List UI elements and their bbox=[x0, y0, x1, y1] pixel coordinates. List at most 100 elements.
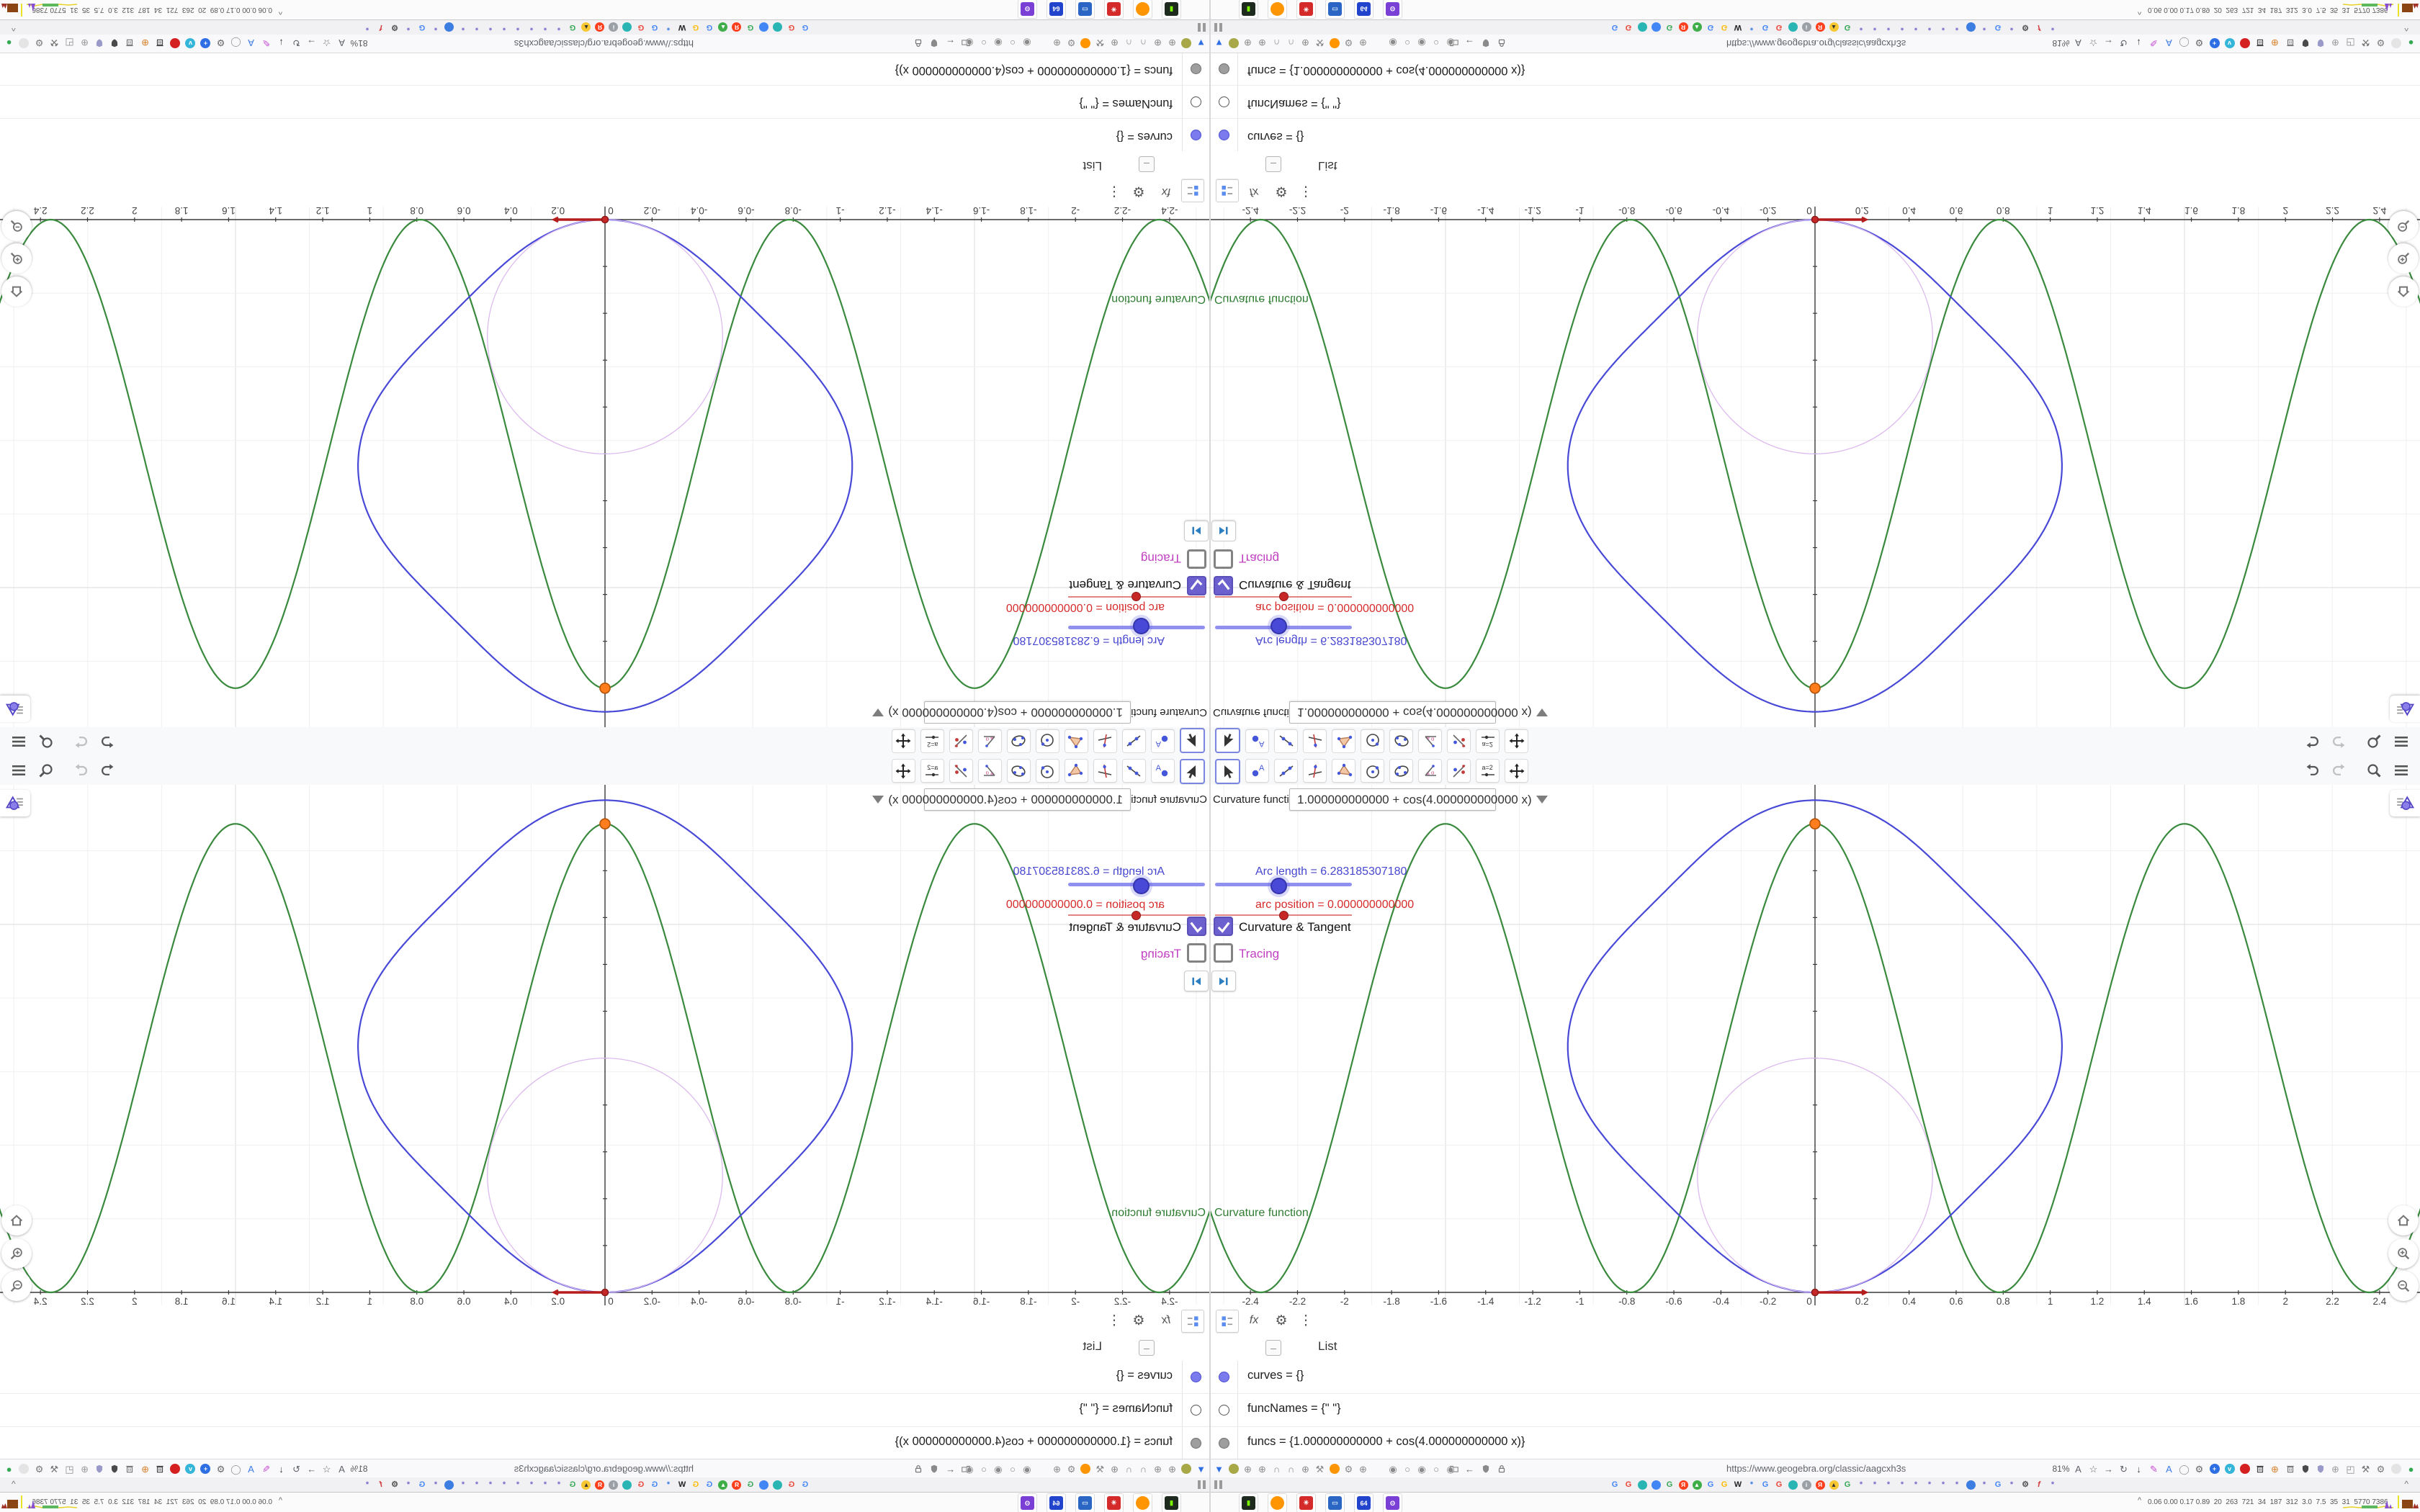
collapse-toggle[interactable]: – bbox=[1265, 1340, 1281, 1356]
globe-bookmark-icon[interactable]: ⊕ bbox=[1256, 1463, 1268, 1475]
tool-angle[interactable]: α bbox=[1418, 729, 1442, 753]
tool-slider[interactable]: a=2 bbox=[920, 759, 944, 783]
home-button[interactable] bbox=[1, 276, 32, 307]
shield-down-ext-icon[interactable]: v bbox=[2223, 37, 2236, 50]
pen-extension-icon[interactable]: ✎ bbox=[260, 1463, 272, 1475]
translate-ext-icon[interactable]: A bbox=[2163, 1463, 2175, 1475]
pen-extension-icon[interactable]: ✎ bbox=[260, 37, 272, 50]
globe-bookmark-icon[interactable]: ⊕ bbox=[1299, 1463, 1312, 1475]
tracing-checkbox[interactable] bbox=[1187, 943, 1206, 963]
globe-bookmark-icon[interactable]: ⊕ bbox=[1152, 1463, 1164, 1475]
oval-ext-icon[interactable]: ◯ bbox=[230, 37, 242, 50]
tool-line[interactable] bbox=[1274, 759, 1298, 783]
curvature-value-point[interactable] bbox=[599, 682, 611, 694]
tool-move-graphics-view[interactable] bbox=[1505, 759, 1528, 783]
profile-ext-icon[interactable] bbox=[2390, 1463, 2402, 1475]
tab-favicon[interactable]: * bbox=[1952, 1480, 1962, 1490]
owl-app-icon[interactable]: ʘ bbox=[1018, 1493, 1037, 1512]
taskbar-chevron[interactable]: ^ bbox=[2138, 7, 2141, 16]
algebra-row[interactable]: curves = {} bbox=[1210, 1361, 2420, 1394]
kite-bookmark-icon[interactable]: ▼ bbox=[1195, 1463, 1207, 1475]
algebra-descriptions-button[interactable] bbox=[1181, 179, 1204, 202]
firefox-app-icon[interactable] bbox=[1133, 0, 1152, 19]
back-arrow-icon[interactable]: ← bbox=[1464, 1463, 1476, 1475]
floppy-app-icon[interactable]: 64 bbox=[1354, 0, 1373, 19]
arc-position-slider-handle[interactable] bbox=[1131, 911, 1141, 920]
arc-length-slider[interactable] bbox=[1215, 618, 1352, 634]
floppy-app-icon[interactable]: 64 bbox=[1354, 1493, 1373, 1512]
bin-ext-icon[interactable] bbox=[124, 1463, 136, 1475]
algebra-descriptions-button[interactable] bbox=[1216, 179, 1239, 202]
settings-app-icon[interactable]: ✳ bbox=[1296, 0, 1316, 19]
tab-favicon[interactable]: ▲ bbox=[581, 1480, 591, 1490]
home-button[interactable] bbox=[1, 1205, 32, 1236]
tab-favicon[interactable]: ▲ bbox=[718, 22, 728, 32]
home-button[interactable] bbox=[2388, 276, 2419, 307]
tab-overflow-chevron[interactable]: ^ bbox=[2404, 23, 2408, 33]
firefox-icon[interactable] bbox=[1328, 1463, 1340, 1475]
uo-shield-ext-icon[interactable] bbox=[109, 37, 121, 50]
algebra-row[interactable]: funcs = {1.000000000000 + cos(4.00000000… bbox=[1210, 52, 2420, 85]
undo-icon[interactable] bbox=[2303, 733, 2321, 750]
more-options-button[interactable]: ⋮ bbox=[1295, 181, 1317, 202]
curvature-value-point[interactable] bbox=[1809, 818, 1821, 830]
search-icon[interactable] bbox=[2365, 733, 2383, 750]
tab-favicon[interactable]: W bbox=[1733, 1480, 1743, 1490]
owl-app-icon[interactable]: ʘ bbox=[1018, 0, 1037, 19]
tracing-checkbox[interactable] bbox=[1214, 943, 1233, 963]
graphics-view[interactable]: -2.4 -2.2 -2 -1.8 -1.6 -1.4 -1.2 -1 -0.8 -0.6 -0.4… bbox=[0, 785, 1210, 1305]
owl-app-icon[interactable]: ʘ bbox=[1383, 1493, 1402, 1512]
settings-button[interactable]: ⚙ bbox=[1128, 1310, 1150, 1331]
globe-ext-icon[interactable]: ⊕ bbox=[139, 1463, 151, 1475]
visibility-toggle[interactable] bbox=[1219, 130, 1229, 140]
tab-dot-icon[interactable]: ◉ bbox=[993, 37, 1003, 50]
pen-extension-icon[interactable]: ✎ bbox=[2148, 37, 2160, 50]
graphics-settings-card[interactable] bbox=[2390, 696, 2420, 722]
tab-overflow-chevron[interactable]: ^ bbox=[12, 23, 16, 33]
tab-favicon[interactable]: G bbox=[1610, 22, 1620, 32]
algebra-row[interactable]: curves = {} bbox=[0, 118, 1210, 151]
globe-bookmark-icon[interactable]: ⊕ bbox=[1108, 37, 1121, 50]
tab-favicon[interactable] bbox=[759, 22, 769, 32]
tab-favicon[interactable]: * bbox=[431, 22, 441, 32]
status-dot-icon[interactable]: ● bbox=[2405, 37, 2417, 50]
translate-icon[interactable]: A bbox=[336, 37, 348, 50]
firefox-icon[interactable] bbox=[1080, 1463, 1092, 1475]
puzzle-ext-icon[interactable]: ◰ bbox=[63, 1463, 76, 1475]
tab-favicon[interactable]: ⚙ bbox=[2020, 22, 2030, 32]
zoom-in-button[interactable] bbox=[2388, 1238, 2419, 1269]
globe-bookmark-icon[interactable]: ⊕ bbox=[1108, 1463, 1121, 1475]
tab-favicon[interactable]: G bbox=[650, 22, 660, 32]
monitor-app-icon[interactable]: ▭ bbox=[1075, 0, 1095, 19]
graphics-view[interactable]: -2.4 -2.2 -2 -1.8 -1.6 -1.4 -1.2 -1 -0.8 -0.6 -0.4… bbox=[0, 207, 1210, 727]
gear-bookmark-icon[interactable]: ⚙ bbox=[1343, 1463, 1355, 1475]
zoom-out-button[interactable] bbox=[1, 211, 32, 241]
tab-favicon[interactable]: W bbox=[1733, 22, 1743, 32]
tab-favicon[interactable]: * bbox=[499, 1480, 509, 1490]
shield-down-ext-icon[interactable]: v bbox=[2223, 1463, 2236, 1475]
puzzle-ext-icon[interactable]: ◰ bbox=[63, 37, 76, 50]
wrench-bookmark-icon[interactable]: ⚒ bbox=[1094, 37, 1106, 50]
lock-icon[interactable] bbox=[913, 1463, 925, 1475]
settings-app-icon[interactable]: ✳ bbox=[1104, 1493, 1124, 1512]
tab-dot-icon[interactable]: ○ bbox=[1008, 37, 1018, 50]
tab-dot-icon[interactable]: ○ bbox=[1008, 1463, 1018, 1475]
tab-favicon[interactable]: f bbox=[2034, 1480, 2044, 1490]
tab-favicon[interactable]: * bbox=[663, 1480, 673, 1490]
zoom-in-button[interactable] bbox=[2388, 243, 2419, 274]
tab-favicon[interactable]: G bbox=[568, 22, 578, 32]
trash-ext-icon[interactable] bbox=[154, 37, 166, 50]
tab-favicon[interactable]: i bbox=[609, 1480, 619, 1490]
tab-favicon[interactable]: G bbox=[1719, 22, 1729, 32]
tool-polygon[interactable] bbox=[1065, 759, 1088, 783]
fx-button[interactable]: fx bbox=[1155, 1310, 1177, 1331]
translate-ext-icon[interactable]: A bbox=[245, 1463, 257, 1475]
plus-ext-icon[interactable]: + bbox=[200, 37, 212, 50]
zoom-in-button[interactable] bbox=[1, 243, 32, 274]
url-text[interactable]: https://www.geogebra.org/classic/aagcxh3… bbox=[514, 38, 694, 49]
arc-position-slider-handle[interactable] bbox=[1279, 592, 1289, 601]
bin-ext-icon[interactable] bbox=[2284, 37, 2296, 50]
search-icon[interactable] bbox=[37, 762, 55, 779]
url-text[interactable]: https://www.geogebra.org/classic/aagcxh3… bbox=[1726, 38, 1906, 49]
wrench-ext-icon[interactable]: ⚒ bbox=[48, 1463, 60, 1475]
